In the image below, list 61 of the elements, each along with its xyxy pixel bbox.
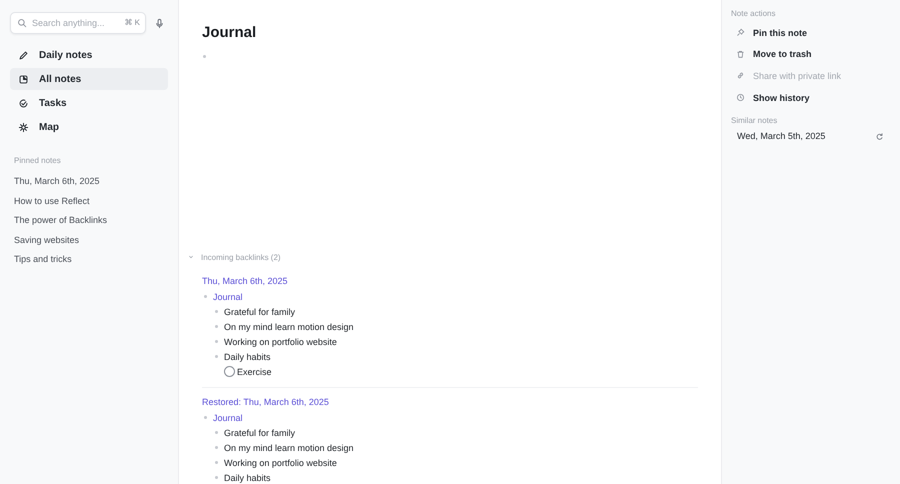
pin-icon — [736, 28, 745, 38]
bullet-text: Daily habits — [224, 352, 271, 362]
bullet-text: On my mind learn motion design — [224, 322, 354, 332]
bullet-dot — [204, 295, 207, 298]
bullet-dot — [215, 340, 218, 343]
bullet-text: Daily habits — [224, 472, 271, 482]
bullet-dot — [215, 431, 218, 434]
action-item[interactable]: Show history — [731, 86, 890, 108]
similar-note-link[interactable]: Wed, March 5th, 2025 — [737, 131, 826, 142]
pinned-note-link[interactable]: Saving websites — [14, 230, 168, 250]
nav-item[interactable]: Tasks — [10, 92, 168, 114]
bullet-dot — [215, 446, 218, 449]
section-heading: Pinned notes — [14, 156, 62, 165]
pinned-note-link[interactable]: Thu, March 6th, 2025 — [14, 172, 168, 192]
bullet-text: Working on portfolio website — [224, 336, 337, 346]
clock-icon — [736, 93, 745, 102]
bullet-dot — [215, 325, 218, 328]
nav-label[interactable]: Map — [39, 122, 59, 132]
bullet-dot — [204, 416, 207, 419]
nav-label[interactable]: All notes — [39, 74, 82, 84]
check-circle-icon — [18, 98, 29, 108]
note-title: Journal — [202, 24, 258, 41]
bullet-text: Grateful for family — [224, 428, 296, 438]
action-label[interactable]: Show history — [753, 92, 810, 103]
bullet-text: Working on portfolio website — [224, 458, 337, 468]
note-link[interactable]: Journal — [213, 412, 243, 422]
search-icon — [17, 18, 27, 28]
bullet-text: On my mind learn motion design — [224, 442, 354, 452]
link-icon — [736, 71, 745, 80]
bullet-dot — [215, 355, 218, 358]
nav-item[interactable]: Map — [10, 116, 168, 138]
nav-item[interactable]: All notes — [10, 68, 168, 90]
trash-icon — [736, 50, 745, 59]
pinned-note-link[interactable]: How to use Reflect — [14, 192, 168, 212]
section-heading: Note actions — [731, 9, 776, 18]
bullet-dot — [215, 476, 218, 479]
action-label[interactable]: Pin this note — [753, 28, 807, 38]
section-heading: Similar notes — [731, 116, 778, 126]
action-item[interactable]: Move to trash — [731, 44, 890, 66]
nav-label[interactable]: Daily notes — [39, 50, 92, 60]
bullet-dot — [203, 55, 206, 58]
task-text: Exercise — [237, 366, 272, 376]
backlink-note-title[interactable]: Restored: Thu, March 6th, 2025 — [202, 395, 698, 410]
checkbox[interactable] — [224, 366, 235, 377]
bullet-text: Grateful for family — [224, 306, 296, 316]
nav-label[interactable]: Tasks — [39, 98, 67, 108]
microphone-button[interactable] — [154, 18, 165, 28]
note-icon — [18, 74, 29, 84]
nav-item[interactable]: Daily notes — [10, 44, 168, 66]
shortcut-hint: ⌘ K — [124, 18, 140, 27]
pinned-note-link[interactable]: The power of Backlinks — [14, 211, 168, 231]
pinned-note-link[interactable]: Tips and tricks — [14, 250, 168, 270]
bullet-dot — [215, 310, 218, 313]
pencil-icon — [18, 50, 29, 60]
refresh-icon — [875, 132, 884, 141]
backlink-note-title[interactable]: Thu, March 6th, 2025 — [202, 274, 698, 289]
note-link[interactable]: Journal — [213, 292, 243, 302]
action-label[interactable]: Move to trash — [753, 49, 812, 60]
sun-icon — [18, 122, 29, 132]
action-item[interactable]: Pin this note — [731, 22, 890, 44]
bullet-dot — [215, 461, 218, 464]
